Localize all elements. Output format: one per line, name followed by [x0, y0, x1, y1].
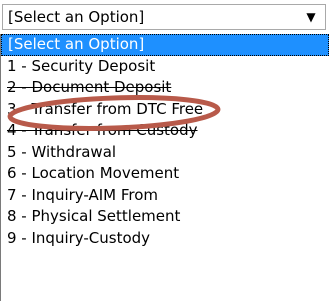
- dropdown-screenshot: [Select an Option] ▼ [Select an Option] …: [0, 0, 329, 301]
- option-transfer-from-dtc-free[interactable]: 3 - Transfer from DTC Free: [1, 99, 329, 121]
- option-inquiry-custody[interactable]: 9 - Inquiry-Custody: [1, 228, 329, 250]
- option-select-an-option[interactable]: [Select an Option]: [1, 34, 329, 56]
- option-physical-settlement[interactable]: 8 - Physical Settlement: [1, 206, 329, 228]
- option-security-deposit[interactable]: 1 - Security Deposit: [1, 56, 329, 78]
- option-location-movement[interactable]: 6 - Location Movement: [1, 163, 329, 185]
- option-document-deposit[interactable]: 2 - Document Deposit: [1, 77, 329, 99]
- down-triangle-icon[interactable]: ▼: [301, 10, 321, 24]
- dropdown-list: [Select an Option] 1 - Security Deposit …: [0, 34, 329, 301]
- option-select[interactable]: [Select an Option] ▼: [2, 4, 326, 30]
- option-withdrawal[interactable]: 5 - Withdrawal: [1, 142, 329, 164]
- select-current-value: [Select an Option]: [8, 8, 145, 26]
- option-inquiry-aim-from[interactable]: 7 - Inquiry-AIM From: [1, 185, 329, 207]
- option-transfer-from-custody[interactable]: 4 - Transfer from Custody: [1, 120, 329, 142]
